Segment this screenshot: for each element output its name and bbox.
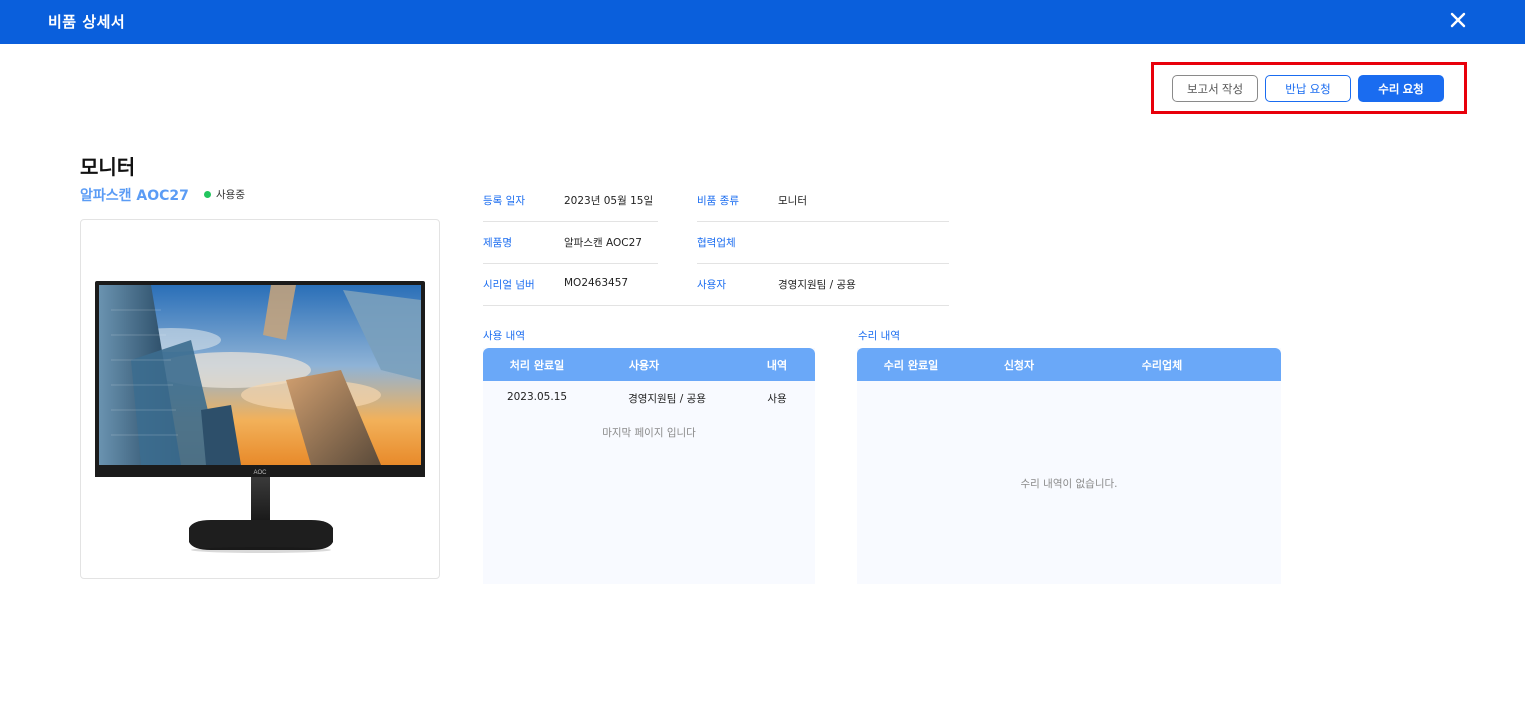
usage-history-title: 사용 내역 (483, 330, 525, 342)
reg-date-value: 2023년 05월 15일 (564, 195, 654, 207)
user-label: 사용자 (697, 279, 726, 291)
item-category-title: 모니터 (80, 155, 136, 179)
empty-state-message: 수리 내역이 없습니다. (1020, 478, 1118, 490)
product-name-value: 알파스캔 AOC27 (564, 237, 642, 249)
reg-date-label: 등록 일자 (483, 195, 525, 207)
divider (483, 305, 949, 306)
user-value: 경영지원팀 / 공용 (778, 279, 856, 291)
column-header: 수리 완료일 (883, 359, 939, 372)
usage-table-header: 처리 완료일 사용자 내역 (483, 348, 815, 381)
divider (697, 263, 949, 264)
monitor-image: AOC (95, 281, 425, 553)
product-image-frame: AOC (80, 219, 440, 579)
divider (483, 263, 658, 264)
status-badge: 사용중 (216, 189, 245, 201)
table-cell: 사용 (767, 393, 787, 405)
monitor-brand-logo: AOC (253, 470, 267, 476)
column-header: 처리 완료일 (509, 359, 565, 372)
usage-history-table: 처리 완료일 사용자 내역 2023.05.15 경영지원팀 / 공용 사용 마… (483, 348, 815, 584)
divider (483, 221, 658, 222)
table-cell: 2023.05.15 (506, 391, 568, 403)
column-header: 내역 (766, 359, 788, 372)
item-type-label: 비품 종류 (697, 195, 739, 207)
item-type-value: 모니터 (778, 195, 807, 207)
return-request-button[interactable]: 반납 요청 (1265, 75, 1351, 102)
table-cell: 경영지원팀 / 공용 (628, 393, 706, 405)
page-title: 비품 상세서 (48, 13, 126, 31)
item-model-name: 알파스캔 AOC27 (80, 188, 189, 204)
serial-number-label: 시리얼 넘버 (483, 279, 535, 291)
column-header: 수리업체 (1141, 359, 1183, 372)
repair-history-table: 수리 완료일 신청자 수리업체 수리 내역이 없습니다. (857, 348, 1281, 584)
column-header: 신청자 (1003, 359, 1035, 372)
repair-history-title: 수리 내역 (858, 330, 900, 342)
vendor-label: 협력업체 (697, 237, 736, 249)
product-name-label: 제품명 (483, 237, 512, 249)
repair-request-button[interactable]: 수리 요청 (1358, 75, 1444, 102)
close-icon[interactable] (1446, 8, 1470, 32)
last-page-notice: 마지막 페이지 입니다 (602, 427, 696, 439)
column-header: 사용자 (628, 359, 660, 372)
repair-table-header: 수리 완료일 신청자 수리업체 (857, 348, 1281, 381)
serial-number-value: MO2463457 (564, 277, 629, 289)
title-bar: 비품 상세서 (0, 0, 1525, 44)
divider (697, 221, 949, 222)
status-dot-icon (204, 191, 211, 198)
write-report-button[interactable]: 보고서 작성 (1172, 75, 1258, 102)
